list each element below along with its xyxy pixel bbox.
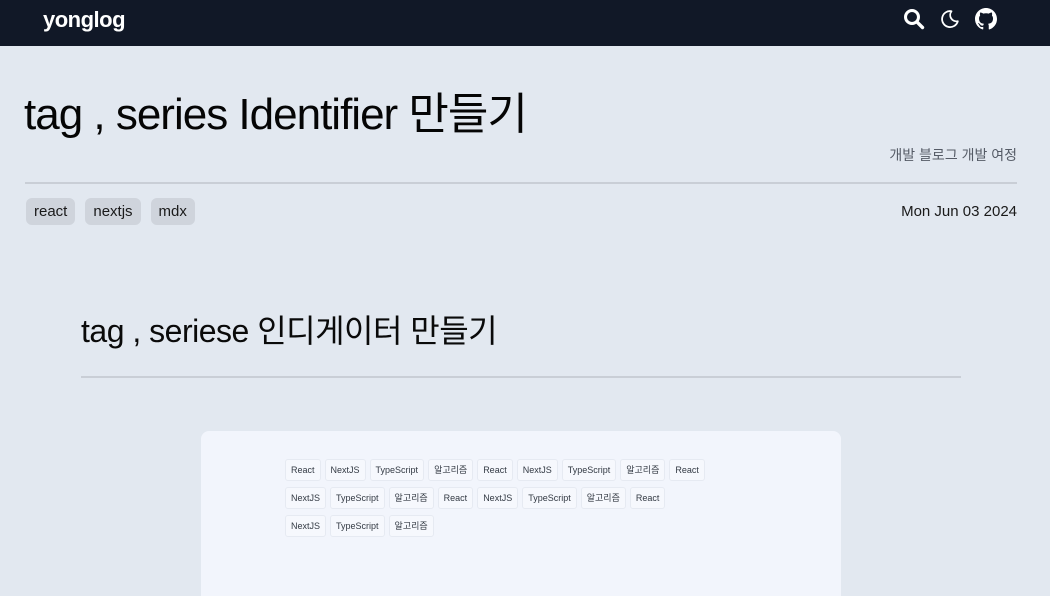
tag-mdx[interactable]: mdx — [150, 198, 195, 225]
preview-tag: React — [285, 459, 321, 481]
preview-tag: TypeScript — [330, 487, 385, 509]
preview-tag: 알고리즘 — [388, 487, 434, 509]
github-icon[interactable] — [975, 8, 997, 30]
preview-tag: React — [437, 487, 474, 509]
content-divider — [81, 376, 961, 378]
brand-logo-link[interactable]: yonglog — [43, 7, 126, 33]
preview-tag: TypeScript — [330, 515, 385, 537]
title-divider — [25, 182, 1017, 184]
preview-tag: NextJS — [285, 515, 327, 537]
top-navbar: yonglog — [0, 0, 1050, 46]
preview-tag: TypeScript — [561, 459, 617, 481]
preview-tag: NextJS — [285, 487, 327, 509]
preview-tag: 알고리즘 — [580, 487, 626, 509]
post-date: Mon Jun 03 2024 — [901, 203, 1017, 220]
preview-tag: React — [669, 459, 705, 481]
preview-tag: NextJS — [324, 459, 366, 481]
screenshot-preview: React NextJS TypeScript 알고리즘 React NextJ… — [201, 431, 841, 596]
preview-tag: NextJS — [477, 487, 519, 509]
preview-tag-list: React NextJS TypeScript 알고리즘 React NextJ… — [285, 459, 705, 537]
preview-tag: TypeScript — [369, 459, 425, 481]
series-link[interactable]: 개발 블로그 개발 여정 — [889, 145, 1017, 165]
preview-tag: 알고리즘 — [428, 459, 474, 481]
moon-icon[interactable] — [939, 8, 961, 30]
preview-tag: React — [477, 459, 513, 481]
preview-tag: React — [629, 487, 666, 509]
post-title: tag , series Identifier 만들기 — [24, 90, 528, 139]
search-icon[interactable] — [903, 8, 925, 30]
tag-react[interactable]: react — [26, 198, 76, 225]
preview-tag: TypeScript — [522, 487, 577, 509]
tag-list: react nextjs mdx — [26, 198, 195, 225]
preview-tag: NextJS — [516, 459, 558, 481]
preview-tag: 알고리즘 — [388, 515, 434, 537]
tag-nextjs[interactable]: nextjs — [85, 198, 141, 225]
content-heading: tag , seriese 인디게이터 만들기 — [81, 313, 498, 349]
preview-tag: 알고리즘 — [620, 459, 666, 481]
